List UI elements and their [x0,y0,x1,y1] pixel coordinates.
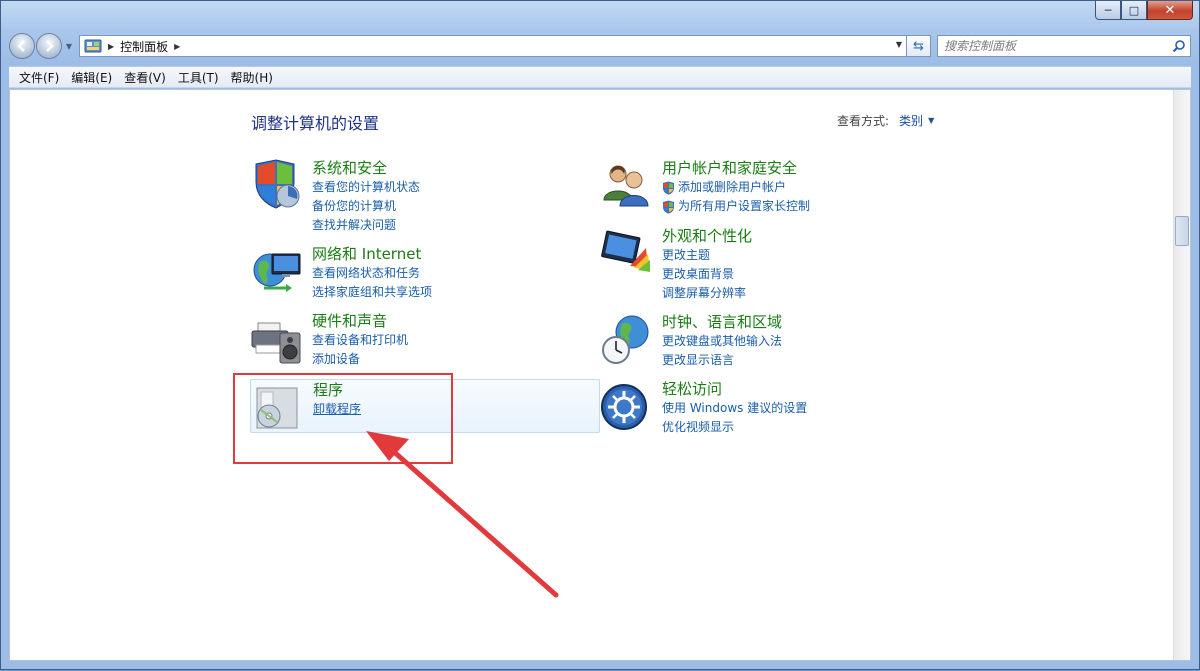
menu-file[interactable]: 文件(F) [13,69,65,86]
annotation-highlight-box [233,373,453,464]
forward-arrow-icon [46,40,54,52]
search-box[interactable] [937,35,1191,57]
forward-button[interactable] [36,33,62,59]
address-bar[interactable]: ▶ 控制面板 ▶ ▼ [79,35,907,57]
category-hardware-sound: 硬件和声音 查看设备和打印机 添加设备 [250,311,408,369]
control-panel-icon [84,39,102,53]
uac-shield-icon [663,181,674,194]
category-system-security: 系统和安全 查看您的计算机状态 备份您的计算机 查找并解决问题 [250,158,420,235]
printer-speaker-icon[interactable] [250,311,304,365]
category-link[interactable]: 更改键盘或其他输入法 [662,332,782,351]
category-link[interactable]: 查找并解决问题 [312,216,420,235]
category-link[interactable]: 查看设备和打印机 [312,331,408,350]
security-shield-icon[interactable] [250,158,304,212]
category-title[interactable]: 系统和安全 [312,158,420,178]
breadcrumb-separator-icon[interactable]: ▶ [108,42,114,51]
category-link[interactable]: 更改显示语言 [662,351,782,370]
close-button[interactable]: ✕ [1147,1,1193,20]
menu-view[interactable]: 查看(V) [118,69,172,86]
category-link[interactable]: 使用 Windows 建议的设置 [662,399,807,418]
view-by-dropdown[interactable]: 类别 [899,112,923,129]
content-area: 调整计算机的设置 查看方式: 类别 ▼ 系统和安全 查看您的计算机状态 备份您的… [9,89,1191,661]
category-link[interactable]: 优化视频显示 [662,418,807,437]
search-icon[interactable] [1172,39,1186,53]
scrollbar-thumb[interactable] [1175,216,1189,246]
ease-of-access-icon[interactable] [600,379,654,433]
recent-pages-dropdown[interactable]: ▼ [63,42,75,51]
category-link[interactable]: 更改主题 [662,246,752,265]
clock-globe-icon[interactable] [600,312,654,366]
category-link-label[interactable]: 为所有用户设置家长控制 [678,197,810,216]
back-arrow-icon [17,40,25,52]
category-title[interactable]: 外观和个性化 [662,226,752,246]
category-appearance: 外观和个性化 更改主题 更改桌面背景 调整屏幕分辨率 [600,226,752,303]
category-title[interactable]: 轻松访问 [662,379,807,399]
category-network-internet: 网络和 Internet 查看网络状态和任务 选择家庭组和共享选项 [250,244,432,302]
category-title[interactable]: 用户帐户和家庭安全 [662,158,810,178]
navigation-bar: ▼ ▶ 控制面板 ▶ ▼ ⇆ [9,31,1191,61]
category-ease-of-access: 轻松访问 使用 Windows 建议的设置 优化视频显示 [600,379,807,437]
category-title[interactable]: 网络和 Internet [312,244,432,264]
users-icon[interactable] [600,158,654,212]
page-title: 调整计算机的设置 [251,114,380,133]
category-link-label[interactable]: 添加或删除用户帐户 [678,178,786,197]
category-title[interactable]: 时钟、语言和区域 [662,312,782,332]
search-input[interactable] [944,39,1144,53]
category-title[interactable]: 硬件和声音 [312,311,408,331]
maximize-button[interactable]: □ [1121,1,1147,20]
menu-tools[interactable]: 工具(T) [172,69,225,86]
category-link[interactable]: 为所有用户设置家长控制 [662,197,810,216]
appearance-monitor-icon[interactable] [600,226,654,280]
uac-shield-icon [663,200,674,213]
category-link[interactable]: 添加设备 [312,350,408,369]
menu-edit[interactable]: 编辑(E) [65,69,118,86]
category-link[interactable]: 备份您的计算机 [312,197,420,216]
category-link[interactable]: 更改桌面背景 [662,265,752,284]
view-by-label: 查看方式: [837,114,890,128]
view-by: 查看方式: 类别 ▼ [837,112,934,129]
refresh-icon: ⇆ [913,38,924,54]
category-link[interactable]: 添加或删除用户帐户 [662,178,810,197]
menu-bar: 文件(F) 编辑(E) 查看(V) 工具(T) 帮助(H) [9,66,1191,88]
address-dropdown-icon[interactable]: ▼ [896,40,902,49]
category-link[interactable]: 调整屏幕分辨率 [662,284,752,303]
vertical-scrollbar[interactable] [1173,90,1190,660]
category-link[interactable]: 查看您的计算机状态 [312,178,420,197]
back-button[interactable] [9,33,35,59]
category-link[interactable]: 选择家庭组和共享选项 [312,283,432,302]
refresh-button[interactable]: ⇆ [907,35,931,57]
network-globe-icon[interactable] [250,244,304,298]
category-clock-language: 时钟、语言和区域 更改键盘或其他输入法 更改显示语言 [600,312,782,370]
breadcrumb-separator-icon[interactable]: ▶ [174,42,180,51]
caption-buttons: ─ □ ✕ [1095,1,1193,20]
minimize-button[interactable]: ─ [1095,1,1121,20]
category-user-accounts: 用户帐户和家庭安全 添加或删除用户帐户 为所有用户设置家长控制 [600,158,810,216]
dropdown-caret-icon[interactable]: ▼ [928,116,934,125]
control-panel-window: ─ □ ✕ ▼ ▶ 控制面板 ▶ ▼ ⇆ 搜索控制面板 文件(F) 编辑(E) … [0,0,1200,670]
category-link[interactable]: 查看网络状态和任务 [312,264,432,283]
breadcrumb-control-panel[interactable]: 控制面板 [120,38,168,55]
menu-help[interactable]: 帮助(H) [225,69,279,86]
